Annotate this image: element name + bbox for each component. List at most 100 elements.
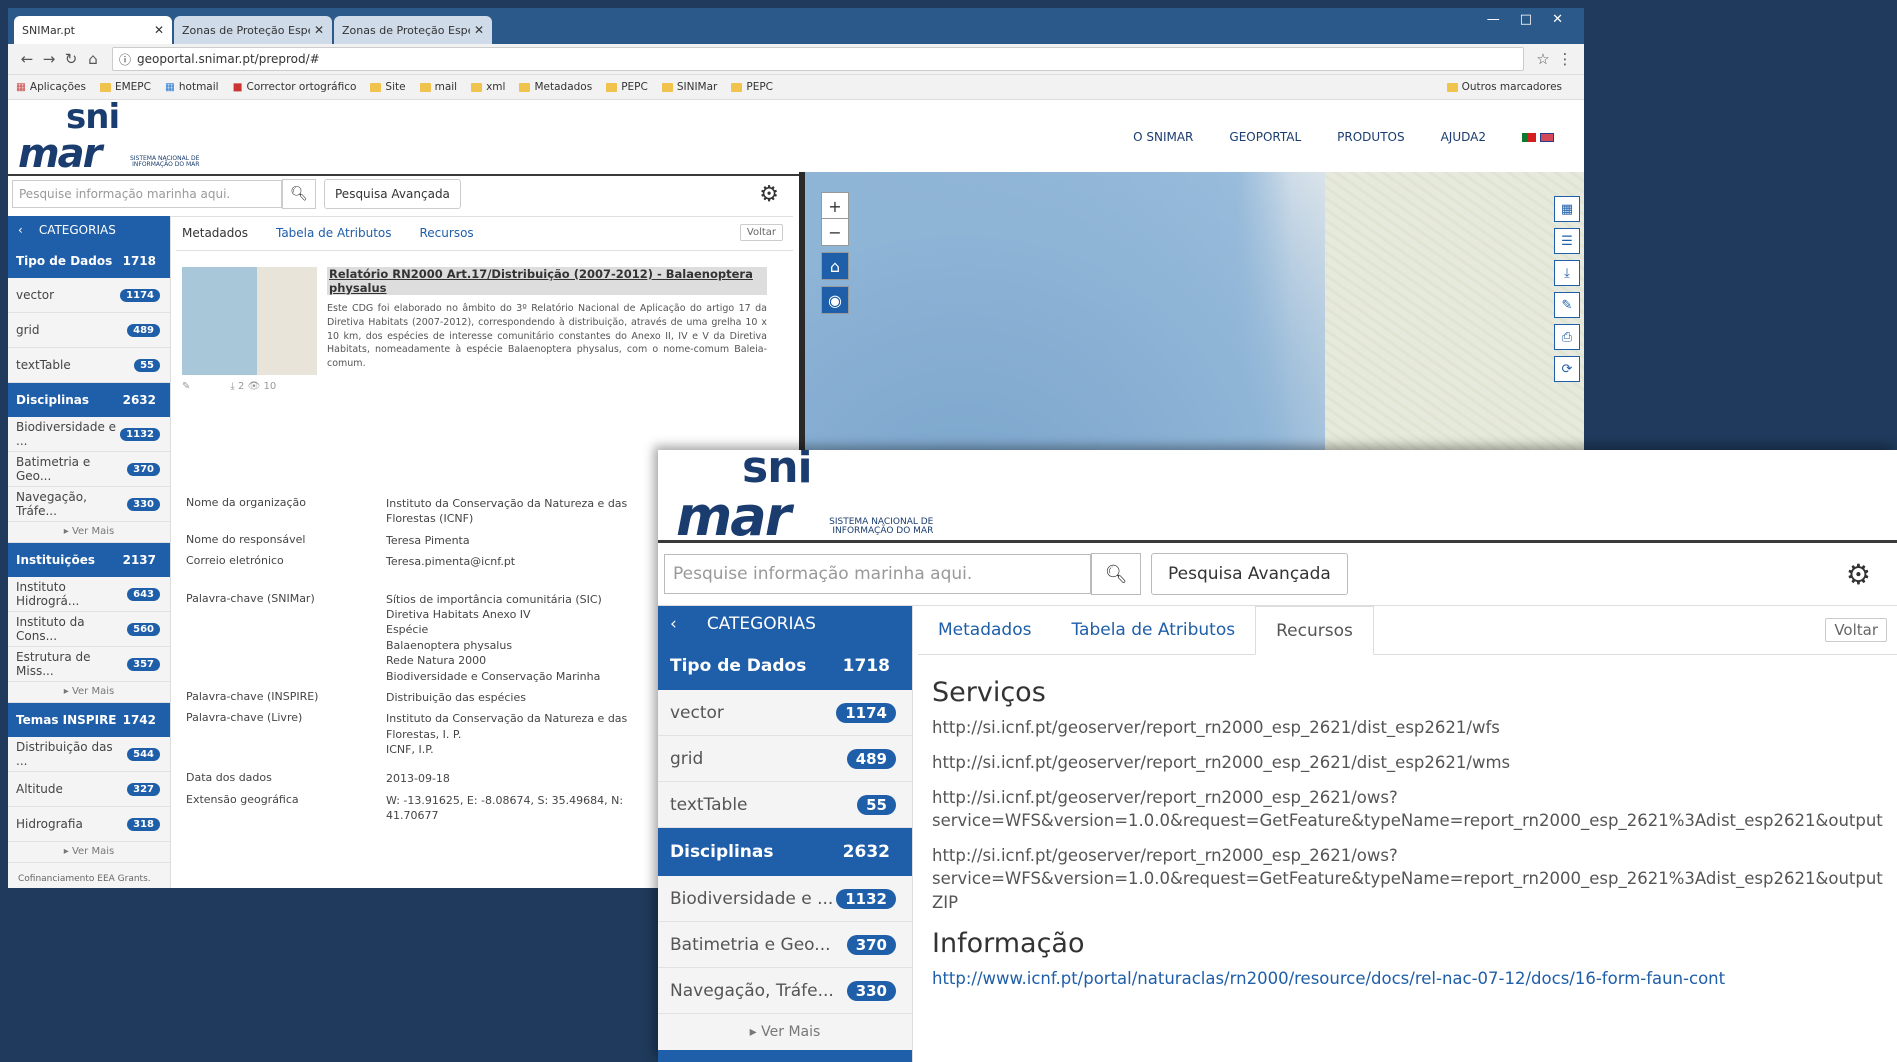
category-item[interactable]: grid 489 — [658, 736, 912, 782]
tab-tabela-atributos[interactable]: Tabela de Atributos — [276, 226, 392, 240]
bookmark-others[interactable]: Outros marcadores — [1446, 81, 1562, 93]
categories-header[interactable]: ‹ CATEGORIAS — [8, 216, 170, 244]
bookmark-metadados[interactable]: Metadados — [519, 81, 592, 93]
edit-icon[interactable]: ✎ — [182, 381, 190, 392]
star-icon[interactable]: ☆ — [1532, 50, 1554, 68]
share-icon[interactable]: ⟳ — [1554, 356, 1580, 382]
download-icon[interactable]: ⤓ — [1554, 260, 1580, 286]
wfs-link[interactable]: http://si.icnf.pt/geoserver/report_rn200… — [932, 716, 1883, 739]
home-icon[interactable]: ⌂ — [82, 50, 104, 68]
ver-mais-link[interactable]: ▸ Ver Mais — [8, 842, 170, 863]
bookmark-hotmail[interactable]: ▦ hotmail — [165, 81, 219, 93]
category-item[interactable]: Biodiversidade e ... 1132 — [8, 417, 170, 452]
section-tipo-de-dados[interactable]: Tipo de Dados 1718 — [658, 642, 912, 690]
category-item[interactable]: Navegação, Tráfe... 330 — [658, 968, 912, 1014]
metadata-value[interactable]: Teresa.pimenta@icnf.pt — [386, 554, 636, 569]
category-item[interactable]: vector 1174 — [658, 690, 912, 736]
category-item[interactable]: Biodiversidade e ... 1132 — [658, 876, 912, 922]
gear-icon[interactable]: ⚙ — [759, 182, 779, 207]
section-temas-inspire[interactable]: Temas INSPIRE 1742 — [8, 703, 170, 737]
section-disciplinas[interactable]: Disciplinas 2632 — [8, 383, 170, 417]
minimize-button[interactable]: — — [1480, 12, 1507, 27]
category-item[interactable]: Batimetria e Geo... 370 — [8, 452, 170, 487]
nav-geoportal[interactable]: GEOPORTAL — [1229, 130, 1301, 144]
ver-mais-link[interactable]: ▸ Ver Mais — [8, 522, 170, 543]
uk-flag-icon[interactable] — [1540, 132, 1554, 142]
category-item[interactable]: Hidrografia 318 — [8, 807, 170, 842]
category-item[interactable]: vector 1174 — [8, 278, 170, 313]
back-arrow-icon[interactable]: ← — [16, 50, 38, 68]
wfs-getfeature-link[interactable]: http://si.icnf.pt/geoserver/report_rn200… — [932, 786, 1883, 832]
tab-tabela-atributos[interactable]: Tabela de Atributos — [1051, 606, 1255, 654]
ver-mais-link[interactable]: ▸ Ver Mais — [8, 682, 170, 703]
search-button[interactable]: 🔍︎ — [1091, 553, 1141, 595]
bookmark-corrector[interactable]: ■ Corrector ortográfico — [233, 81, 357, 93]
bookmark-site[interactable]: Site — [370, 81, 406, 93]
category-item[interactable]: Estrutura de Miss... 357 — [8, 647, 170, 682]
advanced-search-button[interactable]: Pesquisa Avançada — [1151, 553, 1348, 595]
layers-grid-icon[interactable]: ▦ — [1554, 196, 1580, 222]
ver-mais-link[interactable]: ▸ Ver Mais — [658, 1014, 912, 1050]
close-icon[interactable]: ✕ — [314, 23, 324, 37]
advanced-search-button[interactable]: Pesquisa Avançada — [324, 179, 461, 209]
wfs-zip-link[interactable]: http://si.icnf.pt/geoserver/report_rn200… — [932, 844, 1883, 913]
portugal-flag-icon[interactable] — [1522, 132, 1536, 142]
url-input[interactable]: ⓘ geoportal.snimar.pt/preprod/# — [112, 47, 1524, 71]
bookmark-pepc-2[interactable]: PEPC — [731, 81, 773, 93]
bookmark-emepc[interactable]: EMEPC — [99, 81, 151, 93]
list-icon[interactable]: ☰ — [1554, 228, 1580, 254]
pencil-icon[interactable]: ✎ — [1554, 292, 1580, 318]
category-item[interactable]: Instituto Hidrográ... 643 — [8, 577, 170, 612]
chevron-left-icon[interactable]: ‹ — [18, 223, 23, 237]
bookmark-sinimar[interactable]: SINIMar — [661, 81, 717, 93]
close-icon[interactable]: ✕ — [474, 23, 484, 37]
category-item[interactable]: Batimetria e Geo... 370 — [658, 922, 912, 968]
map-thumbnail[interactable] — [182, 267, 317, 375]
home-extent-button[interactable]: ⌂ — [821, 252, 849, 280]
snimar-logo[interactable]: sni mar SISTEMA NACIONAL DE INFORMAÇÃO DO… — [676, 450, 933, 544]
section-disciplinas[interactable]: Disciplinas 2632 — [658, 828, 912, 876]
category-item[interactable]: Altitude 327 — [8, 772, 170, 807]
close-icon[interactable]: ✕ — [154, 23, 164, 37]
bookmark-pepc[interactable]: PEPC — [606, 81, 648, 93]
nav-o-snimar[interactable]: O SNIMAR — [1133, 130, 1193, 144]
menu-icon[interactable]: ⋮ — [1554, 50, 1576, 68]
reload-icon[interactable]: ↻ — [60, 50, 82, 68]
globe-button[interactable]: ◉ — [821, 286, 849, 314]
tab-recursos[interactable]: Recursos — [420, 226, 474, 240]
search-input[interactable]: Pesquise informação marinha aqui. — [664, 554, 1091, 594]
bookmark-xml[interactable]: xml — [471, 81, 505, 93]
category-item[interactable]: textTable 55 — [658, 782, 912, 828]
nav-produtos[interactable]: PRODUTOS — [1337, 130, 1404, 144]
search-input[interactable]: Pesquise informação marinha aqui. — [12, 180, 282, 208]
back-button[interactable]: Voltar — [1825, 618, 1887, 642]
categories-header[interactable]: ‹ CATEGORIAS — [658, 606, 912, 642]
maximize-button[interactable]: □ — [1513, 12, 1539, 27]
wms-link[interactable]: http://si.icnf.pt/geoserver/report_rn200… — [932, 751, 1883, 774]
section-instituicoes[interactable]: Instituições2137 — [8, 543, 170, 577]
browser-tab-zonas-1[interactable]: Zonas de Proteção Espe ✕ — [174, 16, 332, 44]
record-title[interactable]: Relatório RN2000 Art.17/Distribuição (20… — [327, 267, 767, 295]
forward-arrow-icon[interactable]: → — [38, 50, 60, 68]
tab-metadados[interactable]: Metadados — [918, 606, 1051, 654]
snimar-logo[interactable]: sni mar SISTEMA NACIONAL DE INFORMAÇÃO DO… — [18, 100, 199, 174]
section-tipo-de-dados[interactable]: Tipo de Dados 1718 — [8, 244, 170, 278]
search-button[interactable]: 🔍︎ — [282, 179, 316, 209]
info-document-link[interactable]: http://www.icnf.pt/portal/naturaclas/rn2… — [932, 967, 1883, 990]
browser-tab-zonas-2[interactable]: Zonas de Proteção Espe ✕ — [334, 16, 492, 44]
bookmark-apps[interactable]: ▦ Aplicações — [16, 81, 86, 93]
zoom-in-button[interactable]: + — [821, 192, 849, 220]
browser-tab-snimar[interactable]: SNIMar.pt ✕ — [14, 16, 172, 44]
category-item[interactable]: grid 489 — [8, 313, 170, 348]
chevron-left-icon[interactable]: ‹ — [670, 614, 677, 634]
category-item[interactable]: Navegação, Tráfe... 330 — [8, 487, 170, 522]
zoom-out-button[interactable]: − — [821, 218, 849, 246]
bookmark-mail[interactable]: mail — [419, 81, 457, 93]
close-window-button[interactable]: ✕ — [1545, 12, 1570, 27]
nav-ajuda[interactable]: AJUDA2 — [1441, 130, 1486, 144]
tab-metadados[interactable]: Metadados — [182, 226, 248, 240]
back-button[interactable]: Voltar — [739, 224, 783, 241]
tab-recursos[interactable]: Recursos — [1255, 606, 1374, 655]
section-instituicoes[interactable]: Instituições2137 — [658, 1050, 912, 1062]
category-item[interactable]: Instituto da Cons... 560 — [8, 612, 170, 647]
